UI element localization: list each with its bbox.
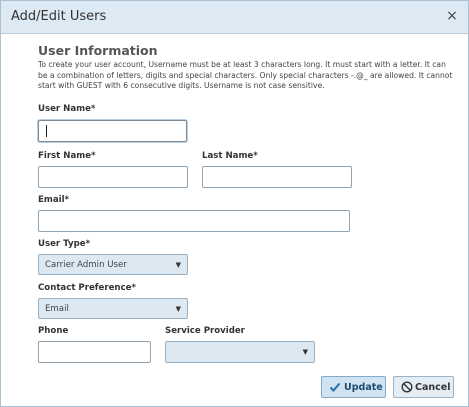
no-entry-icon [401, 381, 413, 396]
first-name-input[interactable] [38, 166, 188, 188]
dialog-title: Add/Edit Users [11, 9, 107, 24]
phone-input[interactable] [38, 341, 151, 363]
username-rules-text: To create your user account, Username mu… [38, 60, 453, 90]
user-type-label: User Type* [38, 239, 91, 249]
section-title: User Information [38, 43, 158, 58]
last-name-input[interactable] [202, 166, 352, 188]
dialog-titlebar[interactable]: Add/Edit Users × [1, 1, 468, 34]
contact-preference-value: Email [45, 304, 69, 314]
close-icon[interactable]: × [444, 8, 460, 24]
last-name-label: Last Name* [202, 151, 258, 161]
chevron-down-icon: ▼ [175, 261, 181, 269]
first-name-label: First Name* [38, 151, 96, 161]
service-provider-select[interactable]: ▼ [165, 341, 315, 363]
check-icon [329, 381, 341, 396]
contact-preference-select[interactable]: Email ▼ [38, 298, 188, 319]
add-edit-users-dialog: Add/Edit Users × User Information To cre… [0, 0, 469, 407]
update-button-label: Update [344, 382, 383, 393]
user-type-value: Carrier Admin User [45, 260, 127, 270]
chevron-down-icon: ▼ [302, 348, 308, 356]
username-input[interactable] [38, 120, 187, 142]
email-label: Email* [38, 195, 70, 205]
service-provider-label: Service Provider [165, 326, 245, 336]
cancel-button[interactable]: Cancel [393, 376, 454, 398]
user-type-select[interactable]: Carrier Admin User ▼ [38, 254, 188, 275]
contact-preference-label: Contact Preference* [38, 283, 136, 293]
username-label: User Name* [38, 104, 96, 114]
phone-label: Phone [38, 326, 69, 336]
cancel-button-label: Cancel [415, 382, 451, 393]
update-button[interactable]: Update [321, 376, 386, 398]
chevron-down-icon: ▼ [175, 305, 181, 313]
email-input[interactable] [38, 210, 350, 232]
text-caret [46, 125, 47, 137]
